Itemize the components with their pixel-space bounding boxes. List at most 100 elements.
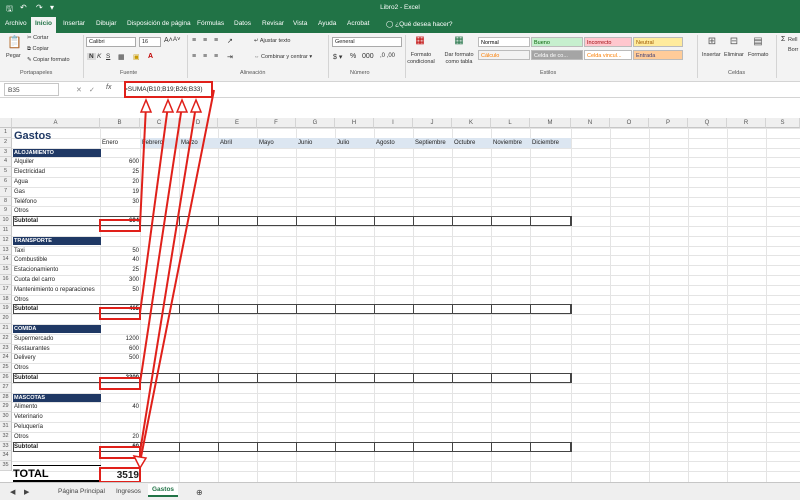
align-top-icon[interactable]: ≡ xyxy=(192,37,196,44)
expense-label[interactable]: Supermercado xyxy=(14,334,53,344)
expense-label[interactable]: Veterinario xyxy=(14,412,43,422)
month-header[interactable]: Agosto xyxy=(376,138,395,148)
expense-label[interactable]: Teléfono xyxy=(14,197,37,207)
month-header[interactable]: Julio xyxy=(337,138,349,148)
number-format-select[interactable]: General xyxy=(332,37,402,47)
tab-inicio[interactable]: Inicio xyxy=(31,17,56,33)
align-left-icon[interactable]: ≡ xyxy=(192,53,196,60)
expense-label[interactable]: Otros xyxy=(14,295,29,305)
tab-archivo[interactable]: Archivo xyxy=(5,20,27,27)
scroll-left-icon[interactable]: ◀ xyxy=(6,486,19,498)
tab-dibujar[interactable]: Dibujar xyxy=(96,20,117,27)
delete-cells-button[interactable]: Eliminar xyxy=(724,52,744,58)
tab-formulas[interactable]: Fórmulas xyxy=(197,20,224,27)
align-center-icon[interactable]: ≡ xyxy=(203,53,207,60)
merge-center-button[interactable]: ⇔ Combinar y centrar ▾ xyxy=(254,54,312,60)
expense-label[interactable]: Delivery xyxy=(14,353,36,363)
conditional-format-button[interactable]: Formato condicional xyxy=(407,52,435,66)
column-header[interactable]: J xyxy=(413,118,452,128)
cut-button[interactable]: ✂ Cortar xyxy=(27,35,48,41)
style-incorrecto[interactable]: Incorrecto xyxy=(584,37,632,47)
row-header[interactable]: 27 xyxy=(0,382,12,393)
conditional-format-icon[interactable]: ▦ xyxy=(413,35,427,49)
style-neutral[interactable]: Neutral xyxy=(633,37,683,47)
row-header[interactable]: 28 xyxy=(0,392,12,403)
bold-button[interactable]: N xyxy=(87,53,96,60)
style-normal[interactable]: Normal xyxy=(478,37,530,47)
row-header[interactable]: 23 xyxy=(0,343,12,354)
font-name-select[interactable]: Calibri xyxy=(86,37,136,47)
expense-label[interactable]: Otros xyxy=(14,432,29,442)
month-header[interactable]: Mayo xyxy=(259,138,274,148)
column-header[interactable]: A xyxy=(12,118,100,128)
month-header[interactable]: Febrero xyxy=(142,138,163,148)
column-header[interactable]: C xyxy=(140,118,179,128)
select-all-corner[interactable] xyxy=(0,118,12,128)
expense-label[interactable]: Gas xyxy=(14,187,25,197)
row-header[interactable]: 12 xyxy=(0,235,12,246)
month-header[interactable]: Noviembre xyxy=(493,138,522,148)
format-painter-button[interactable]: ✎ Copiar formato xyxy=(27,57,70,63)
style-calculo[interactable]: Cálculo xyxy=(478,50,530,60)
expense-label[interactable]: Estacionamiento xyxy=(14,265,58,275)
row-header[interactable]: 8 xyxy=(0,196,12,207)
expense-value[interactable]: 19 xyxy=(101,187,139,197)
cancel-icon[interactable]: ✕ xyxy=(76,86,82,94)
add-sheet-icon[interactable]: ⊕ xyxy=(192,486,207,499)
style-entrada[interactable]: Entrada xyxy=(633,50,683,60)
format-cells-icon[interactable]: ▤ xyxy=(751,36,765,48)
row-header[interactable]: 4 xyxy=(0,157,12,168)
table-format-icon[interactable]: ▦ xyxy=(452,35,466,49)
paste-icon[interactable]: 📋 xyxy=(7,36,22,50)
clear-button[interactable]: Borr xyxy=(788,47,798,53)
expense-label[interactable]: Peluquería xyxy=(14,422,43,432)
expense-label[interactable]: Cuota del carro xyxy=(14,275,55,285)
expense-value[interactable]: 300 xyxy=(101,275,139,285)
row-header[interactable]: 22 xyxy=(0,333,12,344)
row-header[interactable]: 11 xyxy=(0,226,12,236)
expense-value[interactable]: 30 xyxy=(101,197,139,207)
row-header[interactable]: 5 xyxy=(0,167,12,177)
copy-button[interactable]: ⧉ Copiar xyxy=(27,46,49,53)
delete-cells-icon[interactable]: ⊟ xyxy=(727,36,741,48)
insert-cells-button[interactable]: Insertar xyxy=(702,52,721,58)
tell-me-search[interactable]: ◯ ¿Qué desea hacer? xyxy=(386,20,453,28)
row-header[interactable]: 24 xyxy=(0,353,12,364)
month-header[interactable]: Enero xyxy=(102,138,118,148)
row-header[interactable]: 32 xyxy=(0,431,12,442)
align-middle-icon[interactable]: ≡ xyxy=(203,37,207,44)
row-header[interactable]: 18 xyxy=(0,294,12,305)
month-header[interactable]: Octubre xyxy=(454,138,475,148)
row-header[interactable]: 17 xyxy=(0,284,12,295)
comma-icon[interactable]: 000 xyxy=(362,53,374,60)
style-celda-vinculada[interactable]: Celda vincul... xyxy=(584,50,632,60)
total-label[interactable]: TOTAL xyxy=(13,468,49,480)
table-format-button[interactable]: Dar formato como tabla xyxy=(441,52,477,66)
row-header[interactable]: 19 xyxy=(0,304,12,315)
row-header[interactable]: 6 xyxy=(0,177,12,187)
column-header[interactable]: E xyxy=(218,118,257,128)
align-bottom-icon[interactable]: ≡ xyxy=(214,37,218,44)
row-header[interactable]: 16 xyxy=(0,275,12,285)
tab-vista[interactable]: Vista xyxy=(293,20,307,27)
month-header[interactable]: Abril xyxy=(220,138,232,148)
style-celda-comprobacion[interactable]: Celda de co... xyxy=(531,50,583,60)
column-header[interactable]: R xyxy=(727,118,766,128)
decimal-icon[interactable]: ,0 ,00 xyxy=(380,53,395,59)
indent-icon[interactable]: ⇥ xyxy=(227,53,233,61)
sheet-tab-gastos[interactable]: Gastos xyxy=(148,484,179,497)
column-header[interactable]: K xyxy=(452,118,491,128)
row-header[interactable]: 21 xyxy=(0,324,12,334)
month-header[interactable]: Marzo xyxy=(181,138,198,148)
column-header[interactable]: Q xyxy=(688,118,727,128)
column-header[interactable]: F xyxy=(257,118,296,128)
expense-label[interactable]: Mantenimiento o reparaciones xyxy=(14,285,95,295)
expense-value[interactable]: 25 xyxy=(101,265,139,275)
column-header[interactable]: O xyxy=(610,118,649,128)
column-header[interactable]: G xyxy=(296,118,335,128)
expense-label[interactable]: Electricidad xyxy=(14,167,45,177)
section-header[interactable]: MASCOTAS xyxy=(13,393,101,402)
expense-value[interactable]: 1200 xyxy=(101,334,139,344)
format-cells-button[interactable]: Formato xyxy=(748,52,768,58)
grow-font-icon[interactable]: A˄ xyxy=(164,37,173,44)
